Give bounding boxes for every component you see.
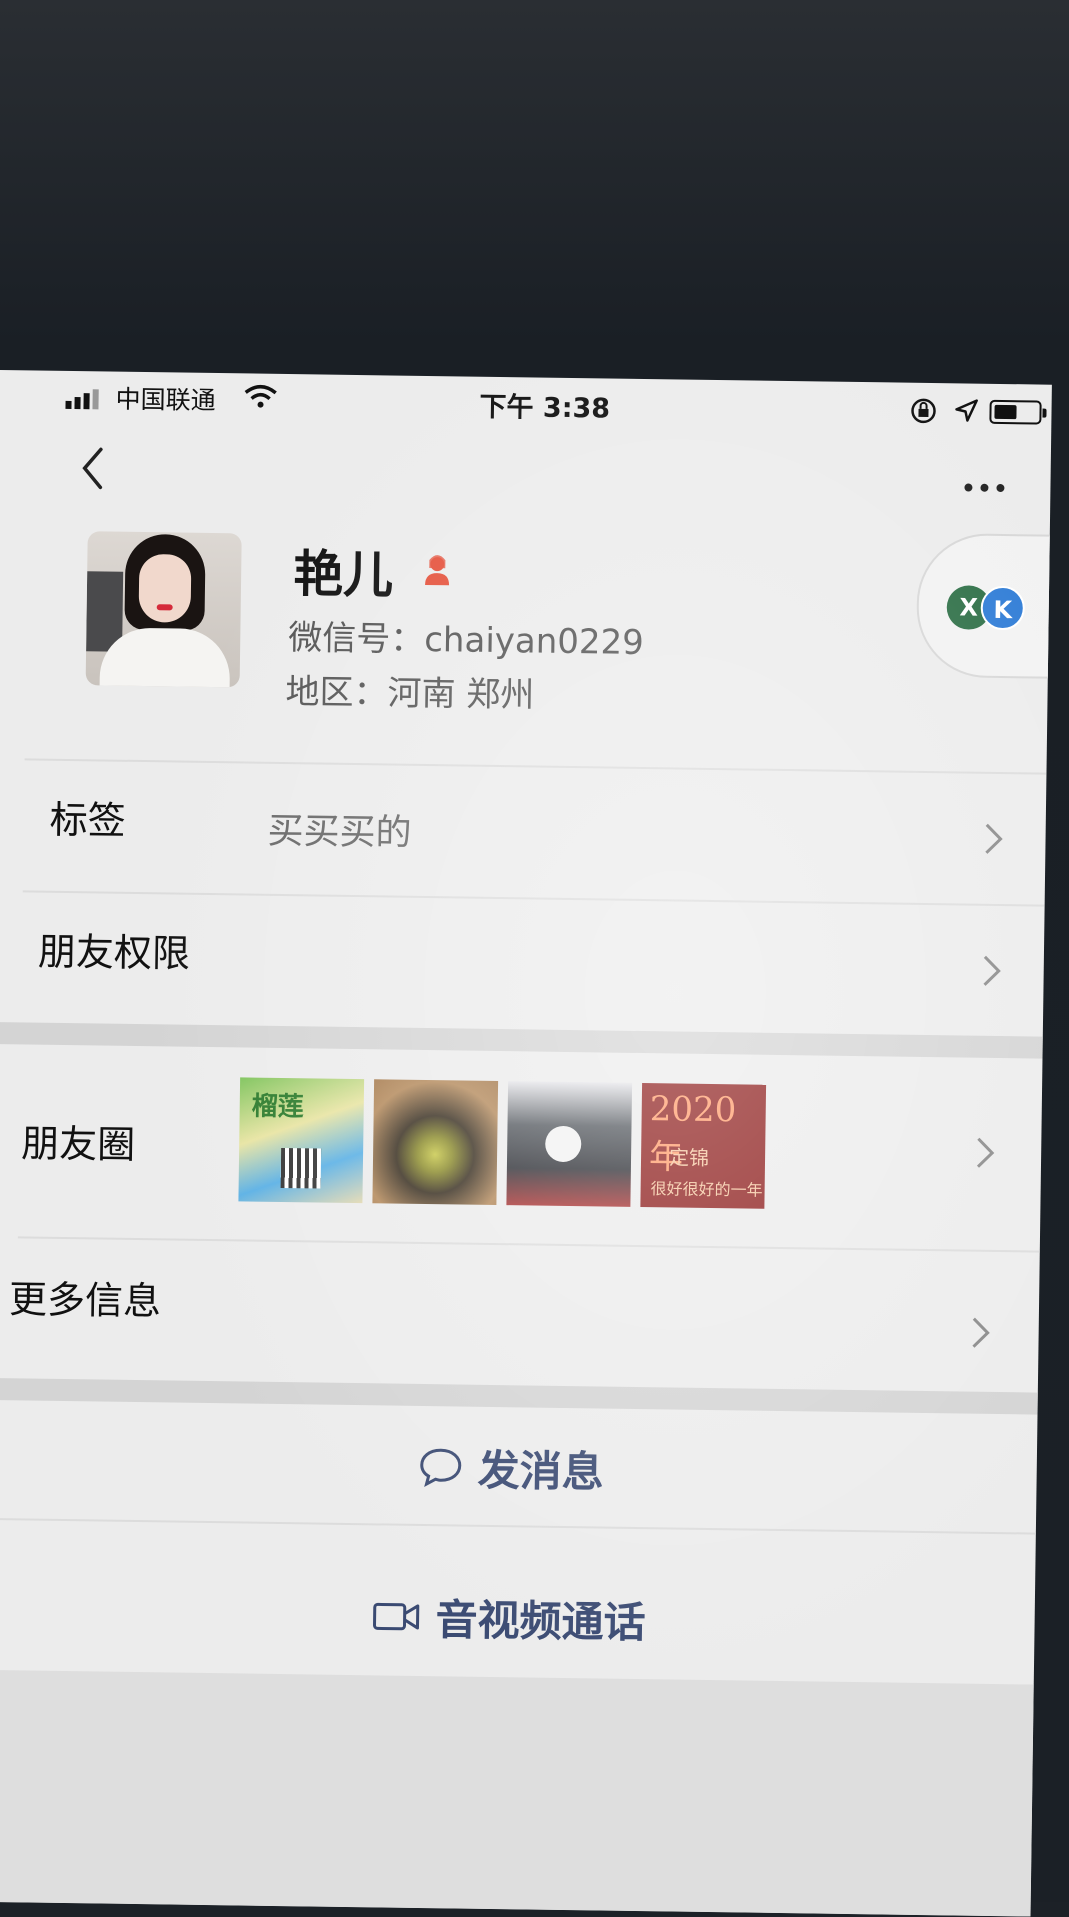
row-tags-value: 买买买的 bbox=[267, 810, 412, 854]
row-tags-label: 标签 bbox=[49, 797, 127, 843]
send-message-label: 发消息 bbox=[477, 1445, 605, 1497]
video-camera-icon bbox=[373, 1602, 420, 1630]
thumbnail-text: 定锦 bbox=[668, 1145, 710, 1170]
location-icon bbox=[955, 399, 978, 422]
moments-thumbnails: 榴莲 2020年 定锦 很好很好的一年 bbox=[238, 1077, 767, 1209]
chevron-right-icon bbox=[983, 955, 1001, 986]
divider bbox=[0, 1517, 1036, 1535]
chat-bubble-icon bbox=[420, 1448, 462, 1487]
status-time: 下午 3:38 bbox=[479, 391, 611, 425]
thumbnail-text: 榴莲 bbox=[251, 1091, 304, 1123]
moments-thumbnail bbox=[372, 1079, 499, 1206]
chevron-right-icon bbox=[976, 1137, 995, 1168]
moments-thumbnail: 2020年 定锦 很好很好的一年 bbox=[640, 1083, 767, 1209]
phone-screen: 中国联通 下午 3:38 艳儿 微信号：chaiyan0229 地区：河南 郑州… bbox=[0, 370, 1052, 1917]
back-button[interactable] bbox=[74, 443, 115, 494]
nickname: 艳儿 bbox=[292, 545, 394, 605]
video-call-button[interactable]: 音视频通话 bbox=[0, 1580, 1035, 1656]
region: 地区：河南 郑州 bbox=[285, 672, 535, 716]
row-friend-permissions[interactable]: 朋友权限 bbox=[0, 892, 1045, 1037]
row-tags[interactable]: 标签 买买买的 bbox=[0, 760, 1046, 905]
more-options-button[interactable] bbox=[964, 483, 1005, 493]
row-moments[interactable]: 朋友圈 榴莲 2020年 定锦 很好很好的一年 bbox=[0, 1044, 1042, 1251]
moments-thumbnail bbox=[506, 1081, 633, 1207]
chevron-right-icon bbox=[972, 1317, 990, 1348]
moments-thumbnail: 榴莲 bbox=[238, 1077, 365, 1204]
floating-mini-app-bubble[interactable]: X K bbox=[915, 532, 1052, 680]
carrier-name: 中国联通 bbox=[115, 384, 216, 416]
row-permissions-label: 朋友权限 bbox=[37, 929, 191, 976]
thumbnail-text: 很好很好的一年 bbox=[650, 1179, 763, 1200]
wechat-id: 微信号：chaiyan0229 bbox=[288, 618, 645, 664]
signal-icon bbox=[65, 389, 99, 410]
battery-icon bbox=[989, 399, 1047, 425]
female-icon bbox=[425, 555, 450, 586]
row-more-info-label: 更多信息 bbox=[8, 1277, 162, 1324]
send-message-button[interactable]: 发消息 bbox=[0, 1430, 1037, 1506]
bottom-area bbox=[0, 1669, 1034, 1917]
avatar[interactable] bbox=[85, 531, 242, 688]
wifi-icon bbox=[244, 384, 277, 408]
row-moments-label: 朋友圈 bbox=[20, 1121, 136, 1167]
chevron-right-icon bbox=[985, 823, 1003, 854]
mini-app-k-icon: K bbox=[980, 585, 1026, 631]
row-more-info[interactable]: 更多信息 bbox=[0, 1238, 1040, 1393]
video-call-label: 音视频通话 bbox=[435, 1595, 646, 1648]
rotation-lock-icon bbox=[911, 398, 936, 424]
